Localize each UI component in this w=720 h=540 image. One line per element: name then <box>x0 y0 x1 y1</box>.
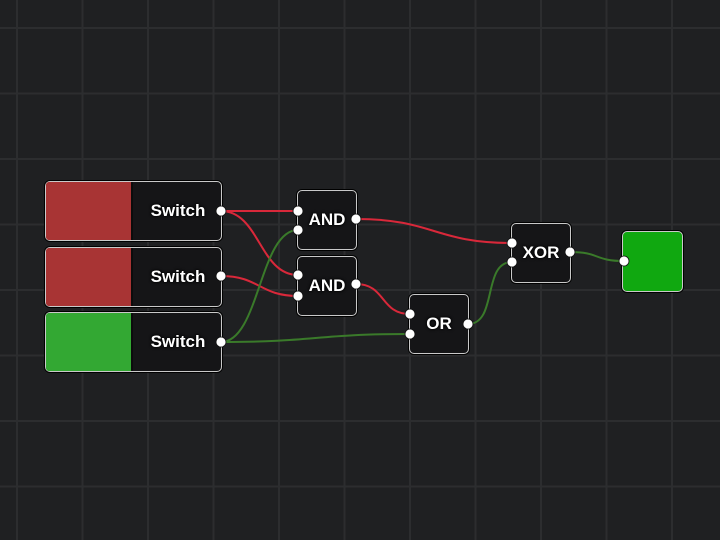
port-or1-out[interactable] <box>462 318 474 330</box>
port-sw3-out[interactable] <box>215 336 227 348</box>
port-and1-out[interactable] <box>350 213 362 225</box>
port-xor1-out[interactable] <box>564 246 576 258</box>
port-and2-in1[interactable] <box>292 269 304 281</box>
port-or1-in2[interactable] <box>404 328 416 340</box>
port-and2-out[interactable] <box>350 278 362 290</box>
port-xor1-in2[interactable] <box>506 256 518 268</box>
circuit-canvas[interactable]: Switch Switch Switch AND AND OR XOR <box>0 0 720 540</box>
port-sw1-out[interactable] <box>215 205 227 217</box>
port-and1-in2[interactable] <box>292 224 304 236</box>
port-and1-in1[interactable] <box>292 205 304 217</box>
port-sw2-out[interactable] <box>215 270 227 282</box>
port-xor1-in1[interactable] <box>506 237 518 249</box>
ports-layer <box>215 205 630 348</box>
port-and2-in2[interactable] <box>292 290 304 302</box>
port-or1-in1[interactable] <box>404 308 416 320</box>
port-led1-in1[interactable] <box>618 255 630 267</box>
